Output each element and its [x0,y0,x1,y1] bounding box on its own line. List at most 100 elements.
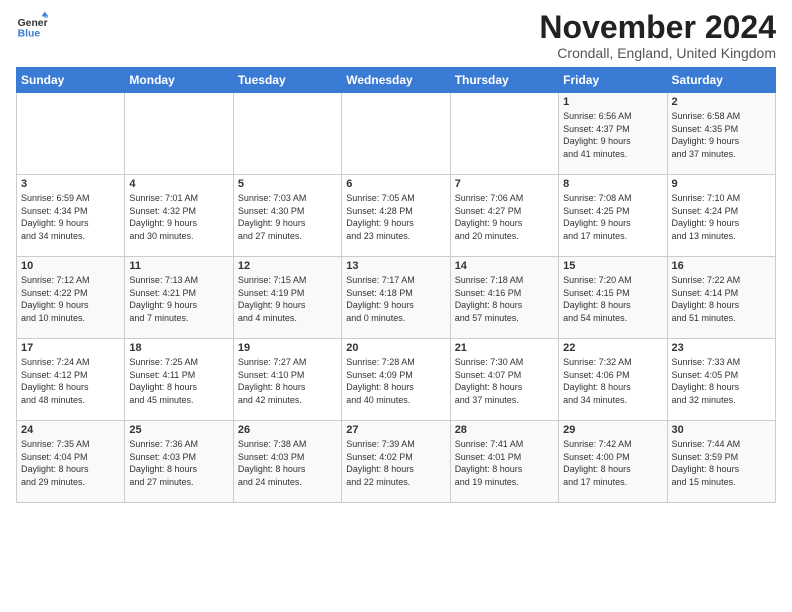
title-block: November 2024 Crondall, England, United … [539,10,776,61]
day-number: 20 [346,342,445,354]
calendar-cell: 19 Sunrise: 7:27 AM Sunset: 4:10 PM Dayli… [233,339,341,421]
calendar-cell: 11 Sunrise: 7:13 AM Sunset: 4:21 PM Dayli… [125,257,233,339]
page: General Blue November 2024 Crondall, Eng… [0,0,792,612]
week-row-0: 1 Sunrise: 6:56 AM Sunset: 4:37 PM Daylig… [17,93,776,175]
col-thursday: Thursday [450,68,558,93]
week-row-4: 24 Sunrise: 7:35 AM Sunset: 4:04 PM Dayli… [17,421,776,503]
day-info: Sunrise: 7:20 AM Sunset: 4:15 PM Dayligh… [563,274,662,324]
day-number: 19 [238,342,337,354]
day-info: Sunrise: 7:24 AM Sunset: 4:12 PM Dayligh… [21,356,120,406]
day-info: Sunrise: 7:36 AM Sunset: 4:03 PM Dayligh… [129,438,228,488]
day-number: 9 [672,178,771,190]
day-number: 23 [672,342,771,354]
calendar-cell: 1 Sunrise: 6:56 AM Sunset: 4:37 PM Daylig… [559,93,667,175]
day-info: Sunrise: 7:13 AM Sunset: 4:21 PM Dayligh… [129,274,228,324]
day-number: 4 [129,178,228,190]
day-info: Sunrise: 7:03 AM Sunset: 4:30 PM Dayligh… [238,192,337,242]
logo-icon: General Blue [16,10,48,42]
day-info: Sunrise: 7:01 AM Sunset: 4:32 PM Dayligh… [129,192,228,242]
day-info: Sunrise: 7:12 AM Sunset: 4:22 PM Dayligh… [21,274,120,324]
col-tuesday: Tuesday [233,68,341,93]
day-number: 18 [129,342,228,354]
day-info: Sunrise: 7:10 AM Sunset: 4:24 PM Dayligh… [672,192,771,242]
day-number: 28 [455,424,554,436]
calendar-cell: 6 Sunrise: 7:05 AM Sunset: 4:28 PM Daylig… [342,175,450,257]
day-number: 13 [346,260,445,272]
calendar-cell: 24 Sunrise: 7:35 AM Sunset: 4:04 PM Dayli… [17,421,125,503]
calendar-cell: 21 Sunrise: 7:30 AM Sunset: 4:07 PM Dayli… [450,339,558,421]
calendar-cell: 20 Sunrise: 7:28 AM Sunset: 4:09 PM Dayli… [342,339,450,421]
week-row-3: 17 Sunrise: 7:24 AM Sunset: 4:12 PM Dayli… [17,339,776,421]
day-number: 8 [563,178,662,190]
calendar-cell: 22Sunrise: 7:32 AM Sunset: 4:06 PM Dayli… [559,339,667,421]
day-number: 7 [455,178,554,190]
day-info: Sunrise: 7:39 AM Sunset: 4:02 PM Dayligh… [346,438,445,488]
day-info: Sunrise: 7:35 AM Sunset: 4:04 PM Dayligh… [21,438,120,488]
logo: General Blue [16,10,48,42]
day-info: Sunrise: 7:28 AM Sunset: 4:09 PM Dayligh… [346,356,445,406]
calendar-cell: 29Sunrise: 7:42 AM Sunset: 4:00 PM Dayli… [559,421,667,503]
day-info: Sunrise: 7:18 AM Sunset: 4:16 PM Dayligh… [455,274,554,324]
day-number: 24 [21,424,120,436]
day-number: 25 [129,424,228,436]
day-info: Sunrise: 7:27 AM Sunset: 4:10 PM Dayligh… [238,356,337,406]
calendar-cell: 12Sunrise: 7:15 AM Sunset: 4:19 PM Dayli… [233,257,341,339]
calendar-cell: 15 Sunrise: 7:20 AM Sunset: 4:15 PM Dayli… [559,257,667,339]
day-number: 16 [672,260,771,272]
calendar-cell [342,93,450,175]
day-info: Sunrise: 7:32 AM Sunset: 4:06 PM Dayligh… [563,356,662,406]
day-number: 17 [21,342,120,354]
day-number: 27 [346,424,445,436]
calendar-cell: 7 Sunrise: 7:06 AM Sunset: 4:27 PM Daylig… [450,175,558,257]
calendar-cell: 25 Sunrise: 7:36 AM Sunset: 4:03 PM Dayli… [125,421,233,503]
day-info: Sunrise: 7:33 AM Sunset: 4:05 PM Dayligh… [672,356,771,406]
calendar-cell: 28 Sunrise: 7:41 AM Sunset: 4:01 PM Dayli… [450,421,558,503]
day-info: Sunrise: 7:38 AM Sunset: 4:03 PM Dayligh… [238,438,337,488]
day-number: 6 [346,178,445,190]
week-row-1: 3 Sunrise: 6:59 AM Sunset: 4:34 PM Daylig… [17,175,776,257]
calendar-cell: 5 Sunrise: 7:03 AM Sunset: 4:30 PM Daylig… [233,175,341,257]
svg-text:General: General [18,18,48,29]
day-number: 14 [455,260,554,272]
day-info: Sunrise: 7:42 AM Sunset: 4:00 PM Dayligh… [563,438,662,488]
day-number: 5 [238,178,337,190]
calendar-cell: 23 Sunrise: 7:33 AM Sunset: 4:05 PM Dayli… [667,339,775,421]
day-info: Sunrise: 6:59 AM Sunset: 4:34 PM Dayligh… [21,192,120,242]
col-wednesday: Wednesday [342,68,450,93]
day-number: 15 [563,260,662,272]
week-row-2: 10Sunrise: 7:12 AM Sunset: 4:22 PM Dayli… [17,257,776,339]
calendar-cell: 26 Sunrise: 7:38 AM Sunset: 4:03 PM Dayli… [233,421,341,503]
calendar-cell: 9 Sunrise: 7:10 AM Sunset: 4:24 PM Daylig… [667,175,775,257]
calendar-cell [125,93,233,175]
header: General Blue November 2024 Crondall, Eng… [16,10,776,61]
calendar-cell: 14 Sunrise: 7:18 AM Sunset: 4:16 PM Dayli… [450,257,558,339]
day-info: Sunrise: 7:05 AM Sunset: 4:28 PM Dayligh… [346,192,445,242]
day-info: Sunrise: 7:30 AM Sunset: 4:07 PM Dayligh… [455,356,554,406]
calendar-cell: 27 Sunrise: 7:39 AM Sunset: 4:02 PM Dayli… [342,421,450,503]
day-info: Sunrise: 6:58 AM Sunset: 4:35 PM Dayligh… [672,110,771,160]
day-info: Sunrise: 7:06 AM Sunset: 4:27 PM Dayligh… [455,192,554,242]
day-info: Sunrise: 7:41 AM Sunset: 4:01 PM Dayligh… [455,438,554,488]
month-title: November 2024 [539,10,776,45]
calendar-table: Sunday Monday Tuesday Wednesday Thursday… [16,67,776,503]
day-number: 11 [129,260,228,272]
day-number: 30 [672,424,771,436]
calendar-cell: 18Sunrise: 7:25 AM Sunset: 4:11 PM Dayli… [125,339,233,421]
day-number: 21 [455,342,554,354]
day-number: 12 [238,260,337,272]
calendar-cell: 2Sunrise: 6:58 AM Sunset: 4:35 PM Daylig… [667,93,775,175]
calendar-cell: 16 Sunrise: 7:22 AM Sunset: 4:14 PM Dayli… [667,257,775,339]
day-number: 26 [238,424,337,436]
day-number: 3 [21,178,120,190]
day-number: 1 [563,96,662,108]
calendar-cell: 17 Sunrise: 7:24 AM Sunset: 4:12 PM Dayli… [17,339,125,421]
calendar-cell: 13 Sunrise: 7:17 AM Sunset: 4:18 PM Dayli… [342,257,450,339]
col-sunday: Sunday [17,68,125,93]
location: Crondall, England, United Kingdom [539,45,776,61]
day-info: Sunrise: 7:17 AM Sunset: 4:18 PM Dayligh… [346,274,445,324]
day-info: Sunrise: 7:22 AM Sunset: 4:14 PM Dayligh… [672,274,771,324]
calendar-cell: 8Sunrise: 7:08 AM Sunset: 4:25 PM Daylig… [559,175,667,257]
header-row: Sunday Monday Tuesday Wednesday Thursday… [17,68,776,93]
day-info: Sunrise: 6:56 AM Sunset: 4:37 PM Dayligh… [563,110,662,160]
calendar-cell: 30Sunrise: 7:44 AM Sunset: 3:59 PM Dayli… [667,421,775,503]
